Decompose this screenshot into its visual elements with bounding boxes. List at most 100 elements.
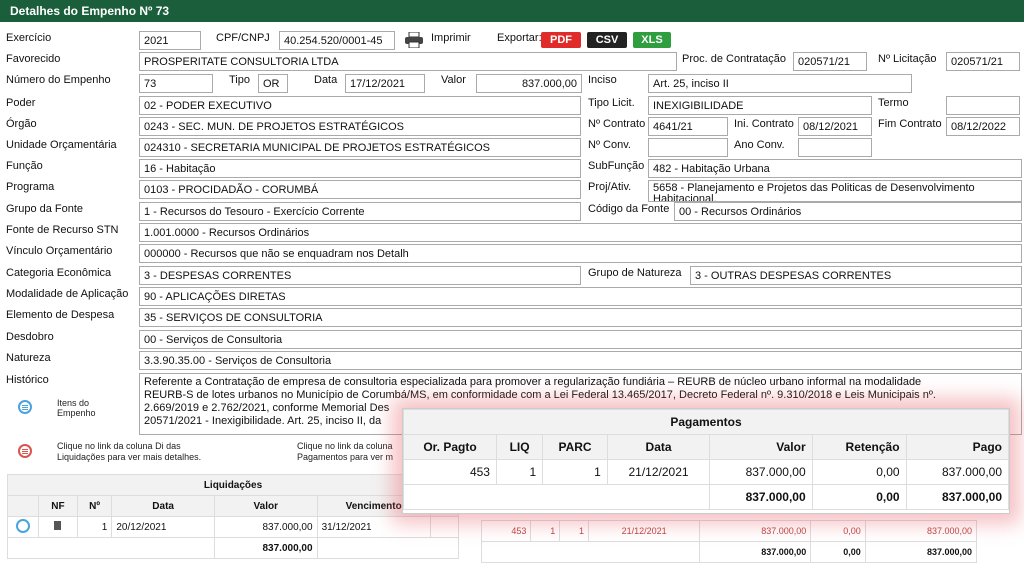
label-contrato: Nº Contrato bbox=[588, 118, 646, 130]
label-tipo-licit: Tipo Licit. bbox=[588, 97, 635, 109]
field-favorecido: PROSPERITATE CONSULTORIA LTDA bbox=[139, 52, 677, 71]
field-subfuncao: 482 - Habitação Urbana bbox=[648, 159, 1022, 178]
pag-note-1: Clique no link da coluna bbox=[297, 441, 393, 451]
field-numero: 73 bbox=[139, 74, 213, 93]
field-vinculo: 000000 - Recursos que não se enquadram n… bbox=[139, 244, 1022, 263]
label-licitacao: Nº Licitação bbox=[878, 53, 937, 65]
pag-col-data: Data bbox=[606, 434, 711, 460]
field-codigo-fonte: 00 - Recursos Ordinários bbox=[674, 202, 1022, 221]
itens-list-icon[interactable] bbox=[18, 400, 32, 414]
label-codigo-fonte: Código da Fonte bbox=[588, 203, 670, 215]
print-link[interactable]: Imprimir bbox=[431, 32, 471, 44]
liq-col-valor: Valor bbox=[213, 495, 318, 517]
label-grupo-natureza: Grupo de Natureza bbox=[588, 267, 682, 279]
liq-note-2: Liquidações para ver mais detalhes. bbox=[57, 452, 202, 462]
bg-pag-valor: 837.000,00 bbox=[699, 520, 812, 542]
label-inciso: Inciso bbox=[588, 74, 617, 86]
pag-row-data: 21/12/2021 bbox=[606, 459, 711, 485]
bg-pag-pago: 837.000,00 bbox=[864, 520, 978, 542]
field-fonte-stn: 1.001.0000 - Recursos Ordinários bbox=[139, 223, 1022, 242]
pagamentos-table: Pagamentos Or. Pagto LIQ PARC Data Valor… bbox=[402, 409, 1010, 510]
historico-line: REURB-S de lotes urbanos no Município de… bbox=[144, 389, 936, 401]
table-row: 453 1 1 21/12/2021 837.000,00 0,00 837.0… bbox=[480, 520, 978, 542]
label-proc: Proc. de Contratação bbox=[682, 53, 786, 65]
field-proc: 020571/21 bbox=[793, 52, 867, 71]
bg-pag-retencao: 0,00 bbox=[810, 520, 866, 542]
liquidacoes-list-icon bbox=[18, 444, 32, 458]
label-modalidade: Modalidade de Aplicação bbox=[6, 288, 129, 300]
pag-col-parc: PARC bbox=[542, 434, 608, 460]
field-grupo-fonte: 1 - Recursos do Tesouro - Exercício Corr… bbox=[139, 202, 581, 221]
export-csv-button[interactable]: CSV bbox=[587, 32, 627, 48]
export-xls-button[interactable]: XLS bbox=[633, 32, 671, 48]
liq-note-1: Clique no link da coluna Di das bbox=[57, 441, 181, 451]
field-programa: 0103 - PROCIDADÃO - CORUMBÁ bbox=[139, 180, 581, 199]
label-orgao: Órgão bbox=[6, 118, 37, 130]
liq-total-spacer-2 bbox=[316, 537, 460, 559]
liq-row-r bbox=[429, 516, 460, 538]
field-data: 17/12/2021 bbox=[345, 74, 425, 93]
pag-total-pago: 837.000,00 bbox=[905, 484, 1010, 510]
label-elemento: Elemento de Despesa bbox=[6, 309, 115, 321]
field-unidade: 024310 - SECRETARIA MUNICIPAL DE PROJETO… bbox=[139, 138, 581, 157]
pag-row-parc: 1 bbox=[542, 459, 608, 485]
label-numero: Número do Empenho bbox=[6, 74, 111, 86]
bg-pag-liq: 1 bbox=[530, 520, 561, 542]
pag-row-or[interactable]: 453 bbox=[403, 459, 497, 485]
label-poder: Poder bbox=[6, 97, 36, 109]
label-historico: Histórico bbox=[6, 374, 49, 386]
historico-line: Referente a Contratação de empresa de co… bbox=[144, 376, 922, 388]
label-data: Data bbox=[314, 74, 338, 86]
label-conv: Nº Conv. bbox=[588, 139, 631, 151]
field-orgao: 0243 - SEC. MUN. DE PROJETOS ESTRATÉGICO… bbox=[139, 117, 581, 136]
liq-row-icon-cell[interactable] bbox=[7, 516, 39, 538]
field-termo bbox=[946, 96, 1020, 115]
table-row: 1 20/12/2021 837.000,00 31/12/2021 bbox=[7, 516, 460, 538]
field-projativ: 5658 - Planejamento e Projetos das Polit… bbox=[648, 180, 1022, 202]
liq-row-data: 20/12/2021 bbox=[111, 516, 215, 538]
bg-pag-or: 453 bbox=[480, 520, 532, 542]
label-exportar: Exportar: bbox=[497, 32, 542, 44]
pag-total-valor: 837.000,00 bbox=[709, 484, 813, 510]
bg-pag-total-spacer bbox=[480, 541, 701, 563]
label-fonte-stn: Fonte de Recurso STN bbox=[6, 224, 119, 236]
field-conv bbox=[648, 138, 728, 157]
table-row[interactable]: 453 1 1 21/12/2021 837.000,00 0,00 837.0… bbox=[403, 459, 1010, 485]
label-projativ: Proj/Ativ. bbox=[588, 181, 632, 193]
label-ano-conv: Ano Conv. bbox=[734, 139, 785, 151]
field-tipo-licit: INEXIGIBILIDADE bbox=[648, 96, 872, 115]
details-icon[interactable] bbox=[16, 518, 30, 533]
field-fim-contrato: 08/12/2022 bbox=[946, 117, 1020, 136]
pagamentos-title: Pagamentos bbox=[403, 409, 1009, 435]
label-unidade: Unidade Orçamentária bbox=[6, 139, 117, 151]
liq-col-icon bbox=[7, 495, 39, 517]
liq-col-num: Nº bbox=[76, 495, 113, 517]
field-contrato: 4641/21 bbox=[648, 117, 728, 136]
liq-row-valor: 837.000,00 bbox=[213, 516, 318, 538]
liq-total-spacer bbox=[7, 537, 215, 559]
export-pdf-button[interactable]: PDF bbox=[541, 32, 581, 48]
document-icon[interactable] bbox=[54, 521, 62, 530]
label-categoria: Categoria Econômica bbox=[6, 267, 112, 279]
printer-icon[interactable] bbox=[404, 32, 424, 48]
pagamentos-popup: Pagamentos Or. Pagto LIQ PARC Data Valor… bbox=[402, 408, 1010, 514]
pag-row-retencao: 0,00 bbox=[811, 459, 907, 485]
label-fim-contrato: Fim Contrato bbox=[878, 118, 942, 130]
pag-col-liq: LIQ bbox=[495, 434, 544, 460]
label-tipo: Tipo bbox=[229, 74, 250, 86]
liq-row-nf-cell[interactable] bbox=[38, 516, 78, 538]
field-inciso: Art. 25, inciso II bbox=[648, 74, 912, 93]
label-ini-contrato: Ini. Contrato bbox=[734, 118, 794, 130]
label-funcao: Função bbox=[6, 160, 43, 172]
liq-row-num: 1 bbox=[76, 516, 113, 538]
bg-pagamentos-table: 453 1 1 21/12/2021 837.000,00 0,00 837.0… bbox=[480, 520, 978, 563]
pag-col-or: Or. Pagto bbox=[403, 434, 497, 460]
field-ini-contrato: 08/12/2021 bbox=[798, 117, 872, 136]
page-title: Detalhes do Empenho Nº 73 bbox=[0, 0, 1024, 22]
itens-link[interactable]: Itens do Empenho bbox=[57, 398, 117, 418]
label-termo: Termo bbox=[878, 97, 909, 109]
pag-total-spacer bbox=[402, 484, 711, 510]
label-vinculo: Vínculo Orçamentário bbox=[6, 245, 113, 257]
field-grupo-natureza: 3 - OUTRAS DESPESAS CORRENTES bbox=[690, 266, 1022, 285]
liq-col-nf: NF bbox=[38, 495, 78, 517]
